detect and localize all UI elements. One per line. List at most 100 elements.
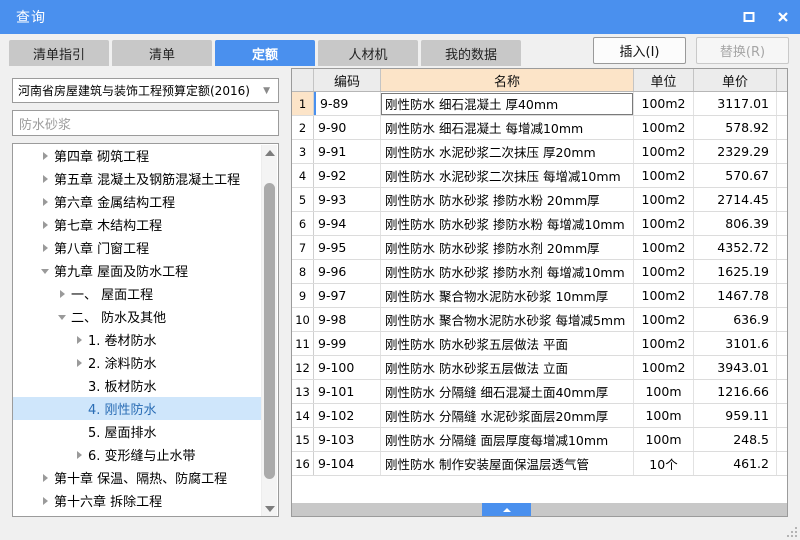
quota-table[interactable]: 编码 名称 单位 单价 1 9-89 刚性防水 细石混凝土 厚40mm 100m2 31… bbox=[291, 68, 788, 517]
row-number-cell[interactable]: 4 bbox=[292, 164, 314, 187]
table-row[interactable]: 14 9-102 刚性防水 分隔缝 水泥砂浆面层20mm厚 100m 959.11 bbox=[292, 404, 787, 428]
table-row[interactable]: 3 9-91 刚性防水 水泥砂浆二次抹压 厚20mm 100m2 2329.29 bbox=[292, 140, 787, 164]
row-number-cell[interactable]: 10 bbox=[292, 308, 314, 331]
search-input[interactable]: 防水砂浆 bbox=[12, 110, 279, 136]
tree-item[interactable]: 第十六章 拆除工程 bbox=[13, 489, 264, 512]
row-number-cell[interactable]: 13 bbox=[292, 380, 314, 403]
name-cell[interactable]: 刚性防水 水泥砂浆二次抹压 每增减10mm bbox=[381, 164, 634, 187]
table-row[interactable]: 5 9-93 刚性防水 防水砂浆 掺防水粉 20mm厚 100m2 2714.45 bbox=[292, 188, 787, 212]
column-header-name[interactable]: 名称 bbox=[381, 69, 634, 91]
row-number-cell[interactable]: 6 bbox=[292, 212, 314, 235]
name-cell[interactable]: 刚性防水 制作安装屋面保温层透气管 bbox=[381, 452, 634, 475]
price-cell[interactable]: 461.2 bbox=[694, 452, 777, 475]
maximize-icon[interactable] bbox=[732, 0, 766, 34]
name-cell[interactable]: 刚性防水 分隔缝 细石混凝土面40mm厚 bbox=[381, 380, 634, 403]
unit-cell[interactable]: 100m bbox=[634, 380, 694, 403]
column-header-unit[interactable]: 单位 bbox=[634, 69, 694, 91]
name-cell[interactable]: 刚性防水 细石混凝土 厚40mm bbox=[381, 92, 634, 115]
row-number-cell[interactable]: 9 bbox=[292, 284, 314, 307]
unit-cell[interactable]: 100m2 bbox=[634, 356, 694, 379]
tree-item[interactable]: 1. 卷材防水 bbox=[13, 328, 264, 351]
unit-cell[interactable]: 100m2 bbox=[634, 284, 694, 307]
chevron-right-icon[interactable] bbox=[55, 289, 69, 298]
row-number-cell[interactable]: 11 bbox=[292, 332, 314, 355]
chevron-down-icon[interactable] bbox=[55, 314, 69, 320]
code-cell[interactable]: 9-94 bbox=[314, 212, 381, 235]
tab-dinge[interactable]: 定额 bbox=[215, 40, 315, 66]
tab-qingdan-zhiyin[interactable]: 清单指引 bbox=[9, 40, 109, 66]
code-cell[interactable]: 9-91 bbox=[314, 140, 381, 163]
code-cell[interactable]: 9-90 bbox=[314, 116, 381, 139]
table-row[interactable]: 2 9-90 刚性防水 细石混凝土 每增减10mm 100m2 578.92 bbox=[292, 116, 787, 140]
code-cell[interactable]: 9-104 bbox=[314, 452, 381, 475]
unit-cell[interactable]: 100m2 bbox=[634, 164, 694, 187]
row-number-cell[interactable]: 5 bbox=[292, 188, 314, 211]
unit-cell[interactable]: 100m2 bbox=[634, 260, 694, 283]
tree-item[interactable]: 第十章 保温、隔热、防腐工程 bbox=[13, 466, 264, 489]
tree-item[interactable]: 第十七章 措施项目 bbox=[13, 512, 264, 516]
chevron-right-icon[interactable] bbox=[38, 174, 52, 183]
column-header-code[interactable]: 编码 bbox=[314, 69, 381, 91]
tree-item[interactable]: 二、 防水及其他 bbox=[13, 305, 264, 328]
chevron-right-icon[interactable] bbox=[72, 450, 86, 459]
price-cell[interactable]: 1216.66 bbox=[694, 380, 777, 403]
price-cell[interactable]: 3117.01 bbox=[694, 92, 777, 115]
code-cell[interactable]: 9-98 bbox=[314, 308, 381, 331]
tree-item[interactable]: 第七章 木结构工程 bbox=[13, 213, 264, 236]
chevron-down-icon[interactable] bbox=[38, 268, 52, 274]
price-cell[interactable]: 1625.19 bbox=[694, 260, 777, 283]
tree-item[interactable]: 6. 变形缝与止水带 bbox=[13, 443, 264, 466]
tree-vertical-scrollbar[interactable] bbox=[261, 145, 277, 516]
name-cell[interactable]: 刚性防水 防水砂浆 掺防水粉 每增减10mm bbox=[381, 212, 634, 235]
scroll-down-icon[interactable] bbox=[262, 501, 277, 516]
close-icon[interactable] bbox=[766, 0, 800, 34]
price-cell[interactable]: 2329.29 bbox=[694, 140, 777, 163]
replace-button[interactable]: 替换(R) bbox=[696, 37, 789, 64]
scroll-up-icon[interactable] bbox=[262, 145, 277, 161]
column-header-price[interactable]: 单价 bbox=[694, 69, 777, 91]
tree-item[interactable]: 3. 板材防水 bbox=[13, 374, 264, 397]
name-cell[interactable]: 刚性防水 分隔缝 面层厚度每增减10mm bbox=[381, 428, 634, 451]
name-cell[interactable]: 刚性防水 防水砂浆五层做法 立面 bbox=[381, 356, 634, 379]
tree-item[interactable]: 4. 刚性防水 bbox=[13, 397, 264, 420]
unit-cell[interactable]: 100m bbox=[634, 404, 694, 427]
tree-item[interactable]: 第五章 混凝土及钢筋混凝土工程 bbox=[13, 167, 264, 190]
price-cell[interactable]: 3101.6 bbox=[694, 332, 777, 355]
tab-my-data[interactable]: 我的数据 bbox=[421, 40, 521, 66]
column-header-no[interactable] bbox=[292, 69, 314, 91]
unit-cell[interactable]: 100m2 bbox=[634, 236, 694, 259]
row-number-cell[interactable]: 2 bbox=[292, 116, 314, 139]
price-cell[interactable]: 1467.78 bbox=[694, 284, 777, 307]
price-cell[interactable]: 2714.45 bbox=[694, 188, 777, 211]
table-row[interactable]: 10 9-98 刚性防水 聚合物水泥防水砂浆 每增减5mm 100m2 636.9 bbox=[292, 308, 787, 332]
unit-cell[interactable]: 100m2 bbox=[634, 140, 694, 163]
row-number-cell[interactable]: 7 bbox=[292, 236, 314, 259]
table-row[interactable]: 12 9-100 刚性防水 防水砂浆五层做法 立面 100m2 3943.01 bbox=[292, 356, 787, 380]
code-cell[interactable]: 9-89 bbox=[314, 92, 381, 115]
chevron-right-icon[interactable] bbox=[38, 243, 52, 252]
insert-button[interactable]: 插入(I) bbox=[593, 37, 686, 64]
unit-cell[interactable]: 100m2 bbox=[634, 116, 694, 139]
table-scrollbar-thumb[interactable] bbox=[482, 503, 531, 516]
table-row[interactable]: 16 9-104 刚性防水 制作安装屋面保温层透气管 10个 461.2 bbox=[292, 452, 787, 476]
unit-cell[interactable]: 100m2 bbox=[634, 308, 694, 331]
table-row[interactable]: 8 9-96 刚性防水 防水砂浆 掺防水剂 每增减10mm 100m2 1625.19 bbox=[292, 260, 787, 284]
tree-item[interactable]: 第九章 屋面及防水工程 bbox=[13, 259, 264, 282]
price-cell[interactable]: 806.39 bbox=[694, 212, 777, 235]
table-row[interactable]: 15 9-103 刚性防水 分隔缝 面层厚度每增减10mm 100m 248.5 bbox=[292, 428, 787, 452]
price-cell[interactable]: 248.5 bbox=[694, 428, 777, 451]
unit-cell[interactable]: 10个 bbox=[634, 452, 694, 475]
row-number-cell[interactable]: 3 bbox=[292, 140, 314, 163]
chapter-tree[interactable]: 第四章 砌筑工程 第五章 混凝土及钢筋混凝土工程 第六章 金属结构工程 第七章 木结构… bbox=[12, 143, 279, 517]
unit-cell[interactable]: 100m2 bbox=[634, 212, 694, 235]
table-row[interactable]: 9 9-97 刚性防水 聚合物水泥防水砂浆 10mm厚 100m2 1467.78 bbox=[292, 284, 787, 308]
name-cell[interactable]: 刚性防水 防水砂浆五层做法 平面 bbox=[381, 332, 634, 355]
chevron-right-icon[interactable] bbox=[38, 473, 52, 482]
price-cell[interactable]: 578.92 bbox=[694, 116, 777, 139]
tab-qingdan[interactable]: 清单 bbox=[112, 40, 212, 66]
table-row[interactable]: 6 9-94 刚性防水 防水砂浆 掺防水粉 每增减10mm 100m2 806.39 bbox=[292, 212, 787, 236]
table-row[interactable]: 13 9-101 刚性防水 分隔缝 细石混凝土面40mm厚 100m 1216.66 bbox=[292, 380, 787, 404]
tab-rencaiji[interactable]: 人材机 bbox=[318, 40, 418, 66]
unit-cell[interactable]: 100m2 bbox=[634, 188, 694, 211]
row-number-cell[interactable]: 15 bbox=[292, 428, 314, 451]
